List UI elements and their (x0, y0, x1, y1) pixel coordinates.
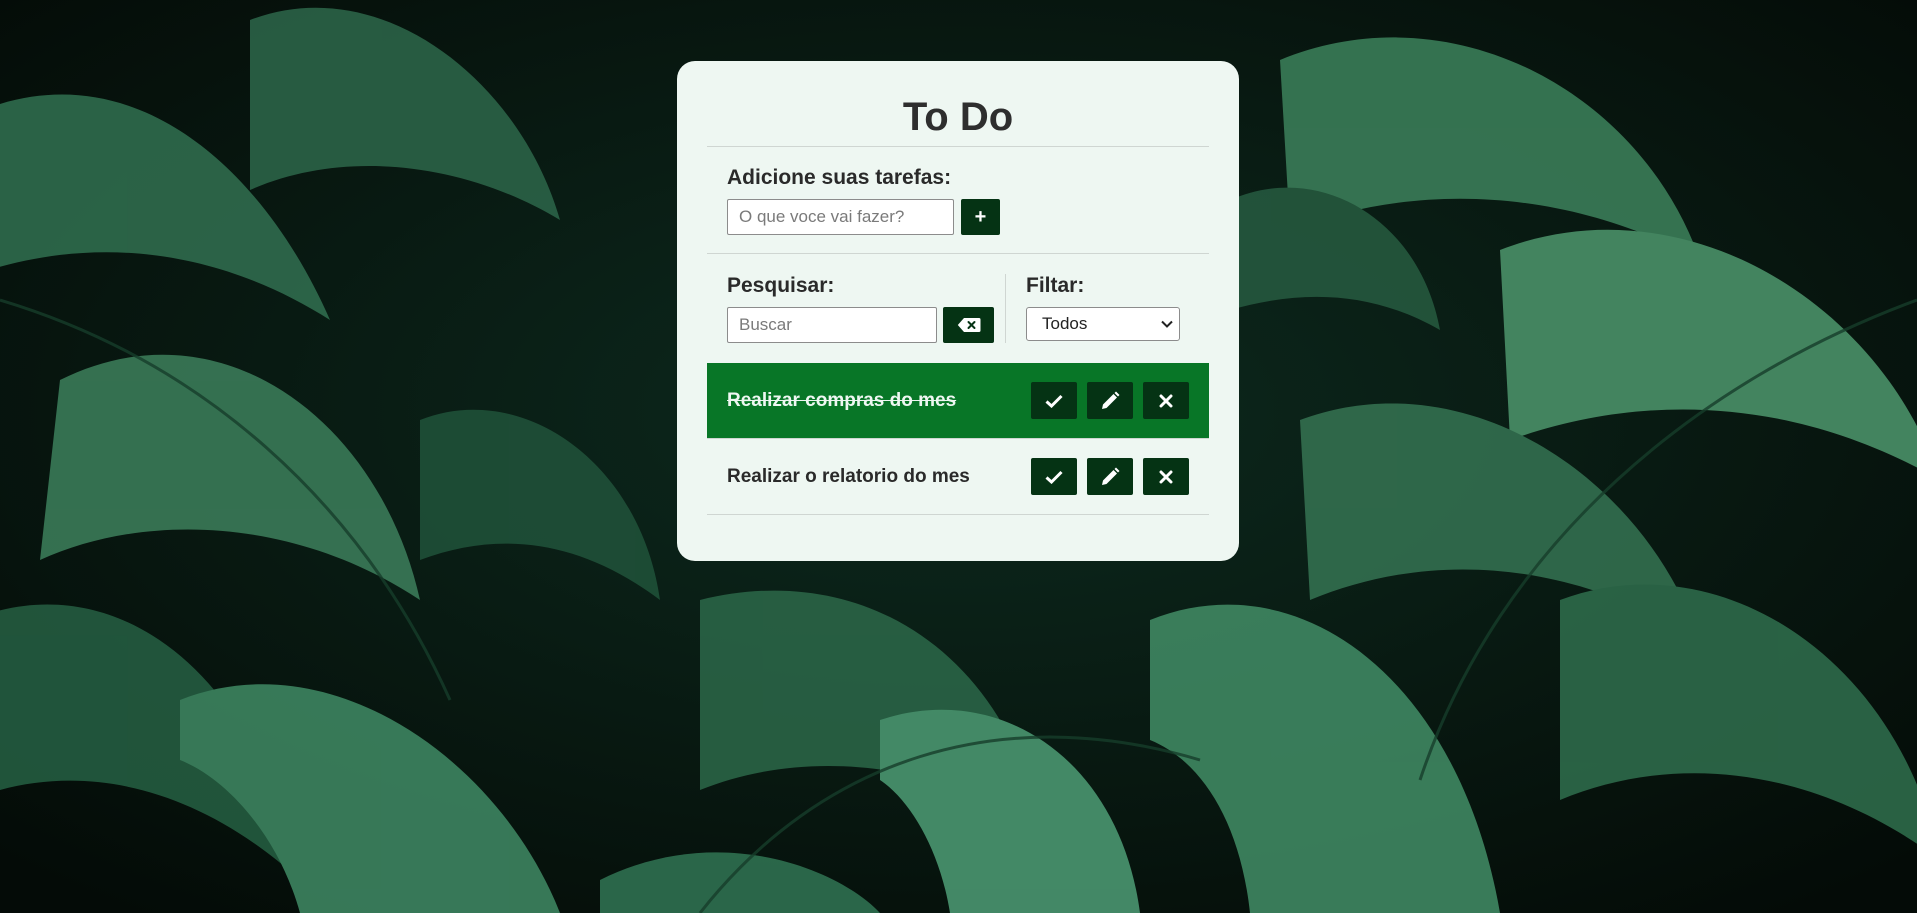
chevron-down-icon (1161, 320, 1173, 328)
finish-todo-button[interactable] (1031, 382, 1077, 419)
todo-input[interactable] (727, 199, 954, 235)
search-input[interactable] (727, 307, 937, 343)
search-label: Pesquisar: (727, 274, 835, 297)
edit-todo-button[interactable] (1087, 382, 1133, 419)
todo-list: Realizar compras do mes Realizar o relat… (707, 363, 1209, 515)
search-filter-bar: Pesquisar: Filtar: Todos (707, 254, 1209, 363)
clear-search-button[interactable] (943, 307, 994, 343)
remove-todo-button[interactable] (1143, 458, 1189, 495)
remove-todo-button[interactable] (1143, 382, 1189, 419)
page-title: To Do (707, 61, 1209, 147)
finish-todo-button[interactable] (1031, 458, 1077, 495)
todo-item-text: Realizar compras do mes (727, 389, 957, 411)
search-section: Pesquisar: (727, 274, 1006, 343)
check-icon (1045, 470, 1063, 484)
filter-select[interactable]: Todos (1026, 307, 1180, 341)
add-todo-form: Adicione suas tarefas: + (707, 147, 1209, 254)
todo-actions (1021, 458, 1189, 495)
todo-item: Realizar compras do mes (707, 363, 1209, 439)
pencil-icon (1102, 391, 1120, 409)
filter-selected-value: Todos (1042, 314, 1088, 333)
edit-todo-button[interactable] (1087, 458, 1133, 495)
todo-actions (1021, 382, 1189, 419)
add-button-label: + (974, 205, 987, 228)
todo-card: To Do Adicione suas tarefas: + Pesquisar… (677, 61, 1239, 561)
todo-item: Realizar o relatorio do mes (707, 439, 1209, 515)
backspace-icon (957, 318, 980, 332)
check-icon (1045, 394, 1063, 408)
filter-section: Filtar: Todos (1006, 274, 1180, 343)
todo-item-text: Realizar o relatorio do mes (727, 465, 970, 487)
close-icon (1159, 394, 1173, 407)
pencil-icon (1102, 467, 1120, 485)
filter-label: Filtar: (1026, 274, 1085, 297)
close-icon (1159, 470, 1173, 483)
add-todo-button[interactable]: + (961, 199, 1000, 235)
add-todo-label: Adicione suas tarefas: (727, 166, 952, 189)
